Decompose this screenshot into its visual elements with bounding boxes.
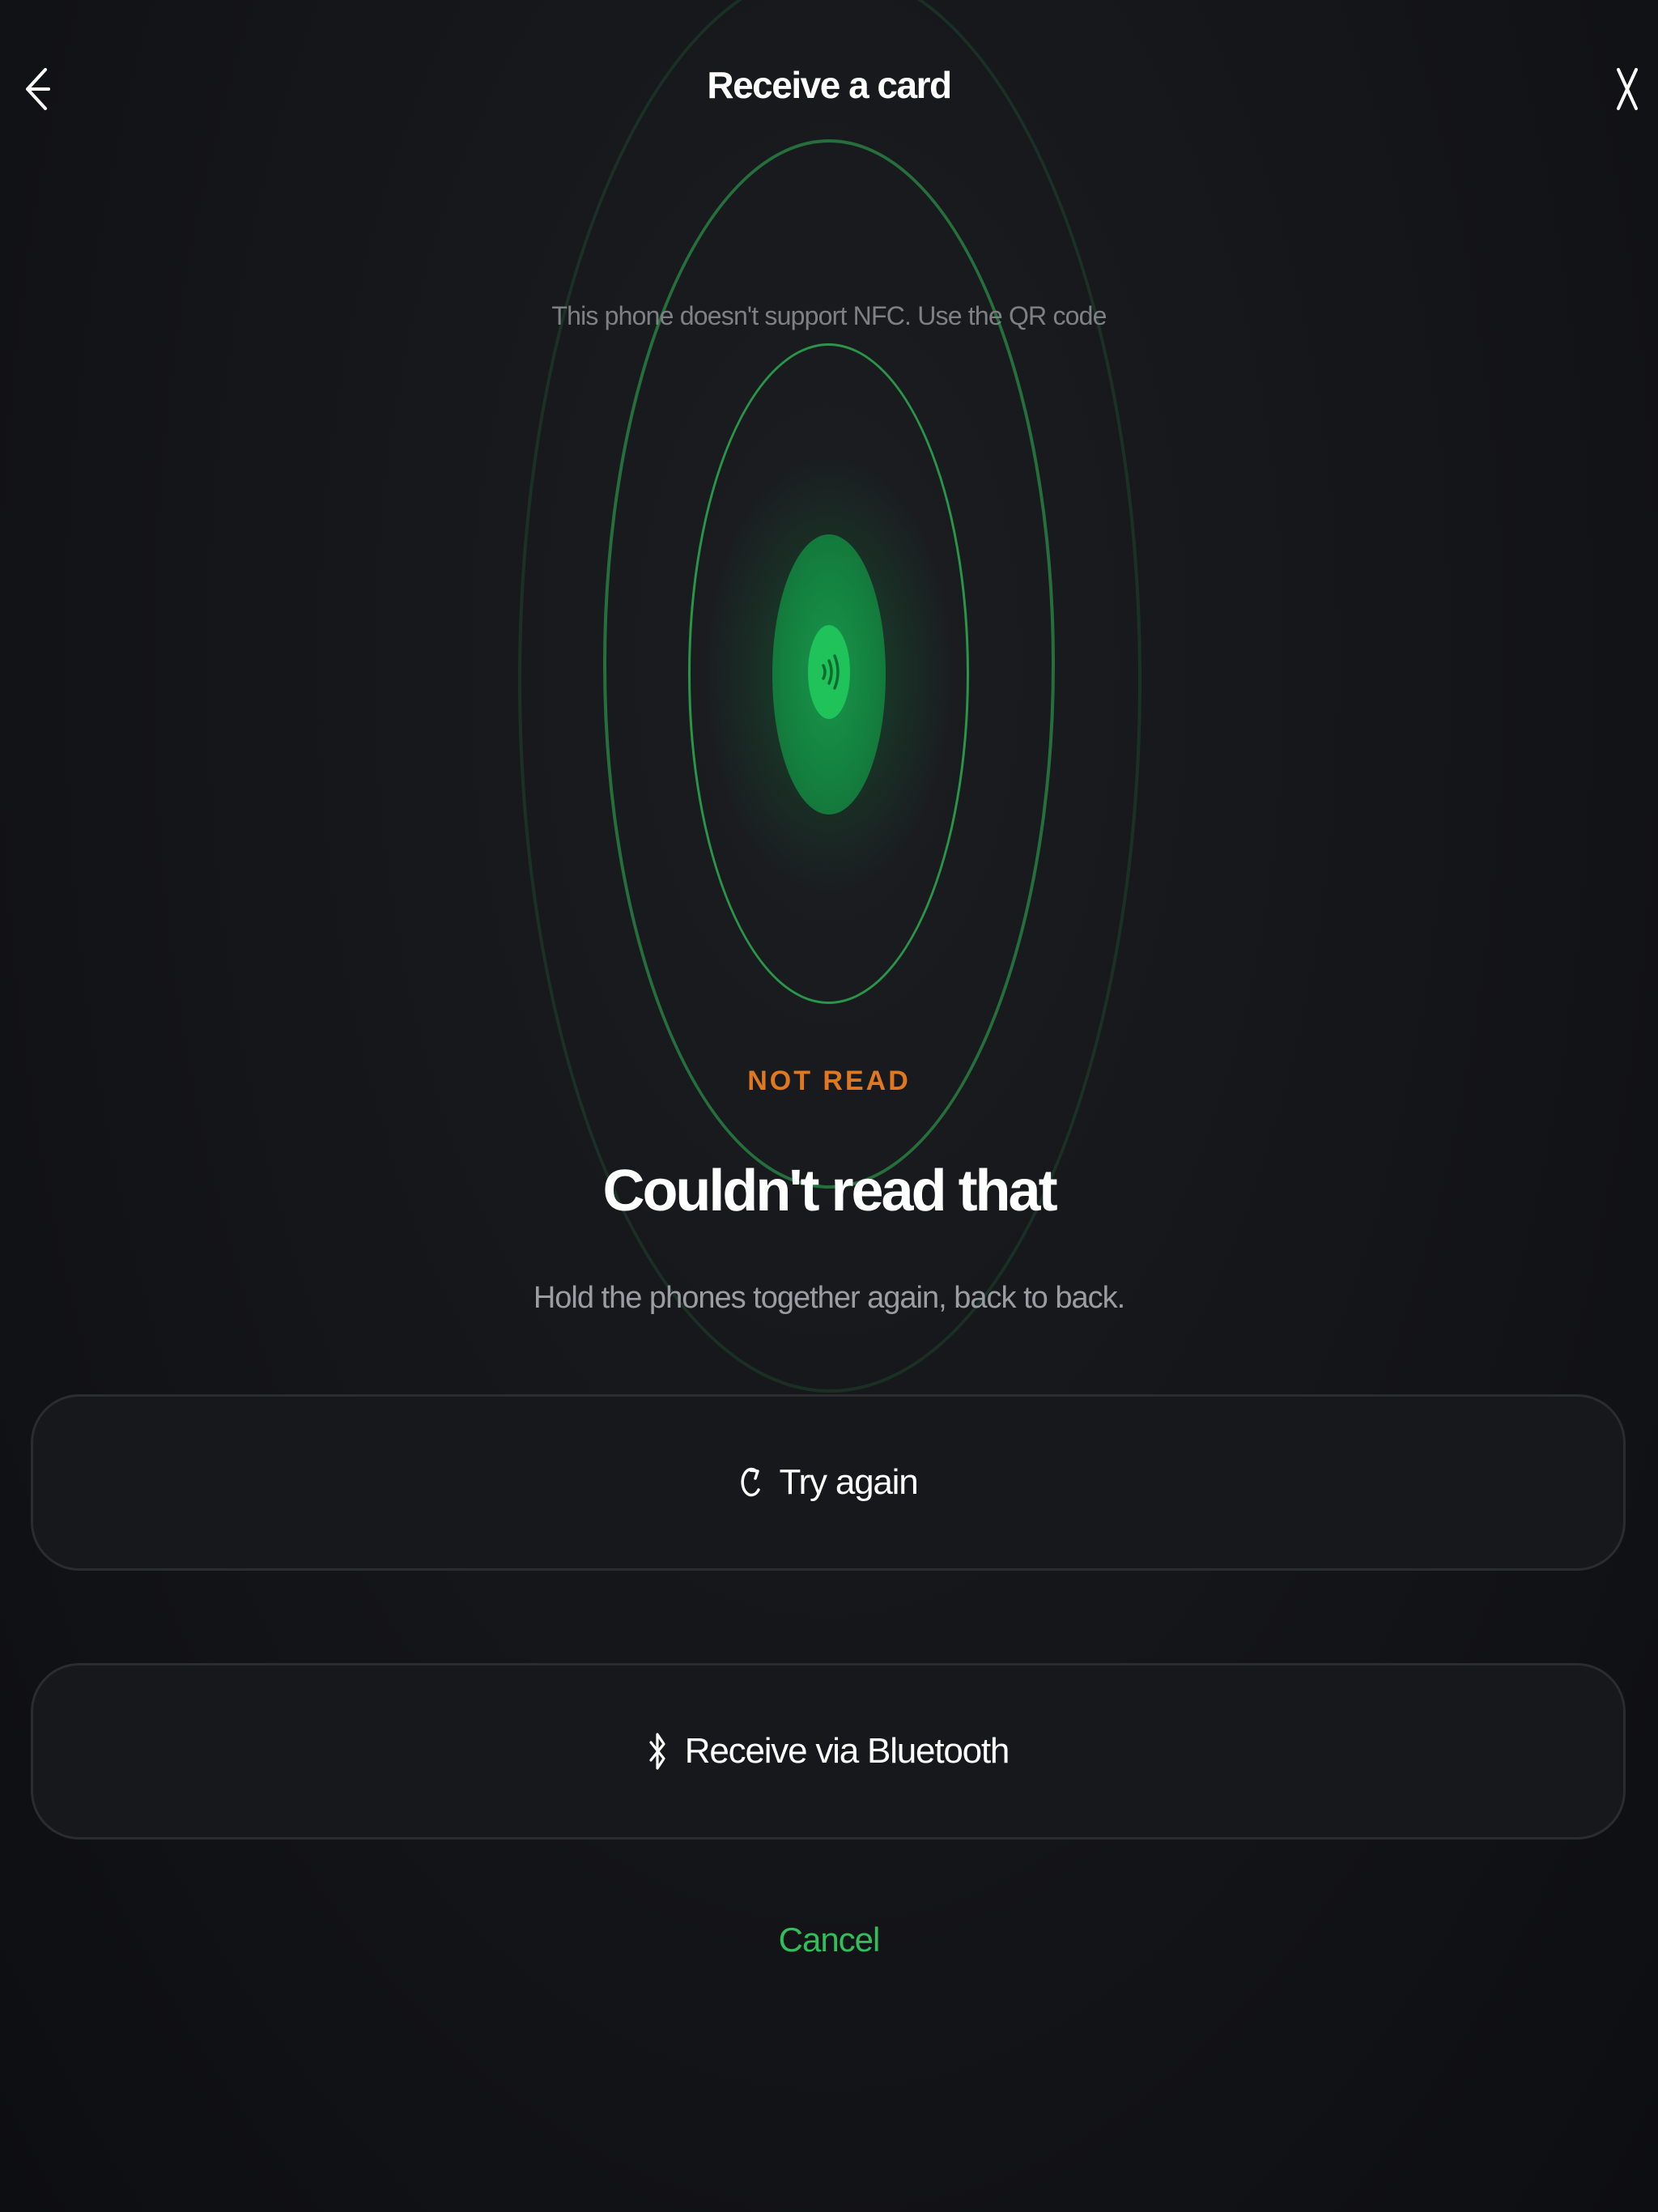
result-headline: Couldn't read that xyxy=(602,1159,1057,1223)
result-message: Hold the phones together again, back to … xyxy=(533,1281,1125,1315)
try-again-button[interactable]: Try again xyxy=(31,1394,1626,1571)
try-again-label: Try again xyxy=(779,1462,919,1502)
close-icon xyxy=(1617,68,1638,110)
receive-via-bluetooth-label: Receive via Bluetooth xyxy=(684,1731,1010,1771)
bluetooth-icon xyxy=(648,1729,667,1773)
refresh-icon xyxy=(739,1462,762,1503)
receive-via-bluetooth-button[interactable]: Receive via Bluetooth xyxy=(31,1663,1626,1840)
close-button[interactable] xyxy=(1603,57,1652,121)
cancel-link[interactable]: Cancel xyxy=(748,1921,910,1969)
status-label: NOT READ xyxy=(747,1066,911,1096)
nfc-signal-icon xyxy=(822,654,840,690)
nfc-indicator xyxy=(808,625,850,719)
nfc-unsupported-note: This phone doesn't support NFC. Use the … xyxy=(551,301,1107,330)
